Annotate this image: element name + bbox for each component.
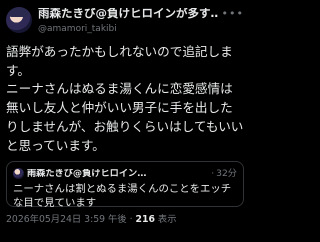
display-name[interactable]: 雨森たきび@負けヒロインが多す… — [38, 8, 219, 20]
quote-avatar — [13, 168, 24, 180]
meta-separator: · — [129, 214, 133, 226]
post-header: 雨森たきび@負けヒロインが多す… ••• @amamori_takibi — [6, 6, 244, 42]
quote-text: ニーナさんは割とぬるま湯くんのことをエッチな目で見ています — [13, 183, 232, 210]
views-label: 表示 — [157, 214, 177, 226]
post: 雨森たきび@負けヒロインが多す… ••• @amamori_takibi 語弊が… — [0, 0, 250, 242]
author-handle[interactable]: @amamori_takibi — [38, 25, 244, 34]
post-text: 語弊があったかもしれないので追記します。 ニーナさんはぬるま湯くんに恋愛感情は無… — [6, 44, 244, 153]
quote-separator: · — [211, 168, 215, 180]
display-name-row: 雨森たきび@負けヒロインが多す… ••• — [38, 6, 244, 21]
more-options-icon[interactable]: ••• — [219, 8, 244, 19]
quoted-post[interactable]: 雨森たきび@負けヒロイン… · 32分 ニーナさんは割とぬるま湯くんのことをエッ… — [6, 161, 244, 210]
views-count: 216 — [135, 214, 155, 226]
post-timestamp[interactable]: 2026年05月24日 3:59 午後 — [6, 214, 127, 225]
author-names: 雨森たきび@負けヒロインが多す… ••• @amamori_takibi — [38, 6, 244, 34]
post-meta: 2026年05月24日 3:59 午後 · 216 表示 — [6, 213, 244, 227]
avatar[interactable] — [6, 7, 32, 33]
quote-author-name: 雨森たきび@負けヒロイン… — [27, 169, 147, 179]
quote-time: 32分 — [216, 168, 237, 180]
quote-header: 雨森たきび@負けヒロイン… · 32分 — [13, 167, 237, 180]
